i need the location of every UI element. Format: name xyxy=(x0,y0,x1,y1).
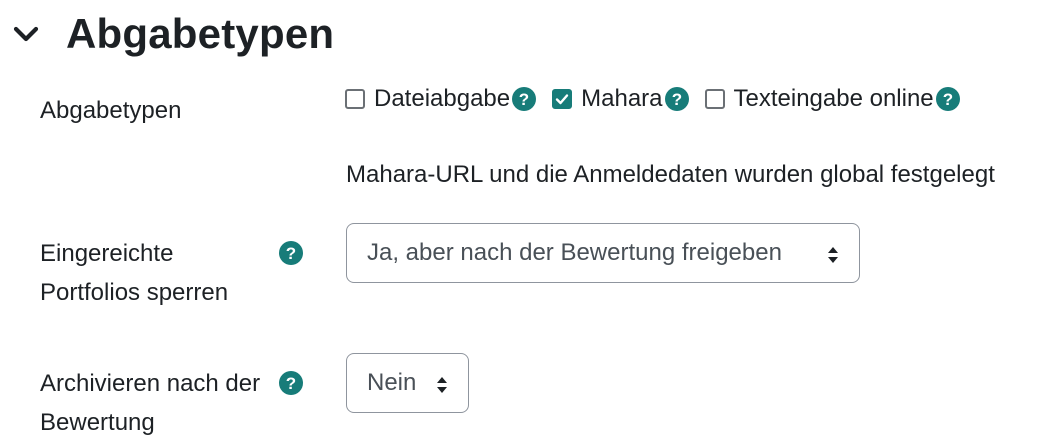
lock-portfolios-label-line1: Eingereichte xyxy=(40,240,174,267)
help-icon[interactable]: ? xyxy=(279,241,303,265)
submission-types-label: Abgabetypen xyxy=(40,97,182,124)
sort-arrows-icon xyxy=(436,374,448,402)
assignment-settings-page: Abgabetypen Abgabetypen Dateiabgabe ? Ma… xyxy=(0,0,1059,445)
option-online-text: Texteingabe online ? xyxy=(704,85,960,113)
sort-arrows-icon xyxy=(827,244,839,272)
mahara-label[interactable]: Mahara xyxy=(581,85,662,113)
svg-text:?: ? xyxy=(942,90,952,109)
submission-types-group: Dateiabgabe ? Mahara ? Texteingabe onlin… xyxy=(345,84,976,114)
file-submission-label[interactable]: Dateiabgabe xyxy=(374,85,510,113)
help-icon[interactable]: ? xyxy=(279,371,303,395)
online-text-label[interactable]: Texteingabe online xyxy=(734,85,934,113)
svg-text:?: ? xyxy=(671,90,681,109)
svg-text:?: ? xyxy=(286,244,296,263)
file-submission-checkbox[interactable] xyxy=(345,89,365,109)
mahara-info-text: Mahara-URL und die Anmeldedaten wurden g… xyxy=(346,161,995,188)
option-mahara: Mahara ? xyxy=(552,85,689,113)
help-icon[interactable]: ? xyxy=(664,87,689,111)
archive-selected: Nein xyxy=(367,369,417,396)
mahara-checkbox[interactable] xyxy=(552,89,573,109)
svg-text:?: ? xyxy=(519,90,529,109)
lock-portfolios-select[interactable]: Ja, aber nach der Bewertung freigeben xyxy=(346,223,860,283)
section-header[interactable]: Abgabetypen xyxy=(12,8,334,60)
archive-select[interactable]: Nein xyxy=(346,353,469,413)
online-text-checkbox[interactable] xyxy=(704,89,725,109)
option-file-submission: Dateiabgabe ? xyxy=(345,85,537,113)
chevron-down-icon[interactable] xyxy=(12,20,40,48)
lock-portfolios-label-line2: Portfolios sperren xyxy=(40,279,229,306)
lock-portfolios-label: Eingereichte Portfolios sperren xyxy=(40,234,228,312)
archive-label-line1: Archivieren nach der xyxy=(40,370,261,397)
help-icon[interactable]: ? xyxy=(935,87,960,111)
svg-text:?: ? xyxy=(286,374,296,393)
archive-label: Archivieren nach der Bewertung xyxy=(40,364,260,442)
archive-label-line2: Bewertung xyxy=(40,409,155,436)
lock-portfolios-selected: Ja, aber nach der Bewertung freigeben xyxy=(367,239,782,266)
help-icon[interactable]: ? xyxy=(512,87,537,111)
section-title: Abgabetypen xyxy=(66,10,335,57)
